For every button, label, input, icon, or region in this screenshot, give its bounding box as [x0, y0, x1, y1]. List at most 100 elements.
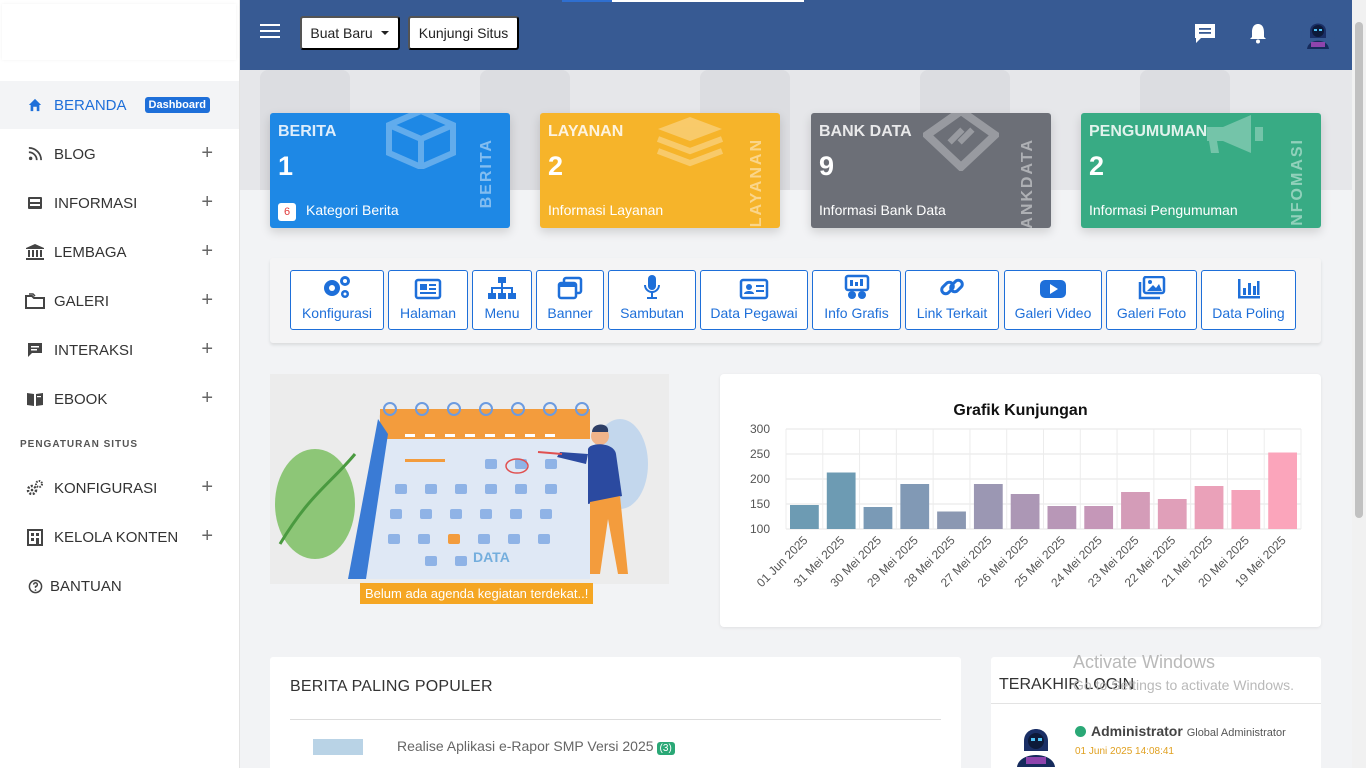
inbox-icon	[25, 193, 45, 213]
popular-news-item[interactable]: Realise Aplikasi e-Rapor SMP Versi 2025(…	[397, 738, 675, 755]
expand-icon[interactable]: +	[201, 388, 213, 408]
chart-bar[interactable]	[900, 484, 930, 529]
user-avatar[interactable]	[1300, 16, 1336, 52]
quick-galeri-foto-button[interactable]: Galeri Foto	[1106, 270, 1197, 330]
new-button[interactable]: Buat Baru	[300, 16, 400, 50]
chart-bar[interactable]	[826, 472, 856, 530]
login-user-name: Administrator	[1091, 723, 1183, 739]
chart-bar[interactable]	[1047, 506, 1077, 529]
sidebar-item-label: KONFIGURASI	[54, 479, 158, 497]
message-icon[interactable]	[1193, 22, 1217, 49]
help-icon	[25, 576, 45, 596]
dashboard-badge: Dashboard	[144, 97, 210, 113]
sidebar-item-bantuan[interactable]: BANTUAN	[0, 562, 239, 610]
login-timestamp: 01 Juni 2025 14:08:41	[1075, 746, 1174, 757]
new-button-label: Buat Baru	[310, 25, 373, 41]
news-thumbnail[interactable]	[313, 739, 363, 755]
chart-bar[interactable]	[1194, 486, 1224, 529]
sidebar-item-label: INFORMASI	[54, 194, 138, 212]
popular-news-title: BERITA PALING POPULER	[290, 678, 493, 695]
bell-icon[interactable]	[1248, 22, 1268, 49]
chart-bar[interactable]	[1157, 499, 1187, 529]
infographic-icon	[844, 274, 869, 299]
quick-sambutan-button[interactable]: Sambutan	[608, 270, 696, 330]
expand-icon[interactable]: +	[201, 477, 213, 497]
sidebar-section-title: PENGATURAN SITUS	[20, 439, 139, 450]
quick-info-grafis-button[interactable]: Info Grafis	[812, 270, 901, 330]
visits-chart-card: Grafik Kunjungan 100 150 200 250 300 01 Jun 2…	[720, 374, 1321, 627]
sidebar-item-kelola-konten[interactable]: KELOLA KONTEN +	[0, 513, 239, 561]
category-count-badge: 6	[278, 203, 296, 221]
gears-icon	[324, 276, 350, 298]
agenda-illustration: DATA	[270, 374, 669, 584]
menu-icon[interactable]	[260, 24, 280, 44]
expand-icon[interactable]: +	[201, 192, 213, 212]
chart-bar[interactable]	[790, 505, 819, 529]
quick-button-label: Konfigurasi	[301, 305, 373, 321]
quick-button-label: Halaman	[399, 305, 457, 321]
institution-icon	[25, 242, 45, 262]
sidebar-item-beranda[interactable]: BERANDA Dashboard	[0, 81, 239, 129]
home-icon	[25, 95, 45, 115]
card-title: BERITA	[278, 123, 337, 140]
stat-card-berita[interactable]: BERITA 1 6 Kategori Berita BERITA	[270, 113, 510, 228]
y-tick-label: 100	[750, 522, 770, 536]
expand-icon[interactable]: +	[201, 143, 213, 163]
quick-button-label: Menu	[484, 305, 520, 321]
site-logo[interactable]	[2, 4, 236, 60]
sidebar-item-interaksi[interactable]: INTERAKSI +	[0, 326, 239, 374]
visit-site-label: Kunjungi Situs	[418, 25, 509, 41]
sidebar-item-informasi[interactable]: INFORMASI +	[0, 179, 239, 227]
top-navbar: Buat Baru Kunjungi Situs	[240, 0, 1352, 70]
quick-banner-button[interactable]: Banner	[536, 270, 604, 330]
news-item-title[interactable]: Realise Aplikasi e-Rapor SMP Versi 2025	[397, 738, 654, 754]
card-side-label: LAYANAN	[748, 138, 765, 228]
chart-bar[interactable]	[863, 507, 893, 529]
expand-icon[interactable]: +	[201, 339, 213, 359]
sidebar-item-konfigurasi[interactable]: KONFIGURASI +	[0, 464, 239, 512]
quick-data-pegawai-button[interactable]: Data Pegawai	[700, 270, 808, 330]
y-tick-label: 250	[750, 447, 770, 461]
sidebar-item-galeri[interactable]: GALERI +	[0, 277, 239, 325]
chart-bar[interactable]	[1268, 452, 1297, 530]
expand-icon[interactable]: +	[201, 290, 213, 310]
chart-bar[interactable]	[1084, 506, 1114, 529]
quick-galeri-video-button[interactable]: Galeri Video	[1004, 270, 1102, 330]
stat-card-layanan[interactable]: LAYANAN 2 Informasi Layanan LAYANAN	[540, 113, 780, 228]
chart-bar[interactable]	[973, 484, 1003, 529]
stat-card-bank-data[interactable]: BANK DATA 9 Informasi Bank Data BANKDATA	[811, 113, 1051, 228]
card-title: BANK DATA	[819, 123, 912, 140]
quick-button-label: Link Terkait	[916, 305, 988, 321]
windows-icon	[557, 276, 583, 300]
quick-halaman-button[interactable]: Halaman	[388, 270, 468, 330]
y-tick-label: 150	[750, 497, 770, 511]
quick-menu-button[interactable]: Menu	[472, 270, 532, 330]
card-title: PENGUMUMAN	[1089, 123, 1208, 140]
quick-data-poling-button[interactable]: Data Poling	[1201, 270, 1296, 330]
sidebar-item-blog[interactable]: BLOG +	[0, 130, 239, 178]
expand-icon[interactable]: +	[201, 241, 213, 261]
sidebar: BERANDA Dashboard BLOG + INFORMASI + LEM…	[0, 0, 240, 768]
caret-down-icon	[380, 31, 389, 35]
chart-bar[interactable]	[1121, 492, 1150, 529]
card-footer: Informasi Bank Data	[819, 202, 946, 218]
card-footer: 6 Kategori Berita	[278, 202, 399, 221]
visit-site-button[interactable]: Kunjungi Situs	[408, 16, 519, 50]
expand-icon[interactable]: +	[201, 526, 213, 546]
chart-bar[interactable]	[937, 511, 966, 530]
chart-bar[interactable]	[1010, 494, 1040, 529]
stat-card-pengumuman[interactable]: PENGUMUMAN 2 Informasi Pengumuman INFOMA…	[1081, 113, 1321, 228]
sitemap-icon	[488, 277, 516, 299]
sidebar-item-label: KELOLA KONTEN	[54, 528, 179, 546]
youtube-icon	[1040, 280, 1066, 298]
quick-konfigurasi-button[interactable]: Konfigurasi	[290, 270, 384, 330]
agenda-empty-message: Belum ada agenda kegiatan terdekat..!	[360, 583, 594, 604]
page-scrollbar[interactable]	[1352, 0, 1366, 768]
database-icon	[923, 113, 999, 171]
scrollbar-thumb[interactable]	[1355, 22, 1363, 518]
sidebar-item-ebook[interactable]: EBOOK +	[0, 375, 239, 423]
chart-bar[interactable]	[1231, 490, 1261, 529]
loading-bar	[612, 0, 804, 2]
quick-link-terkait-button[interactable]: Link Terkait	[905, 270, 999, 330]
sidebar-item-lembaga[interactable]: LEMBAGA +	[0, 228, 239, 276]
